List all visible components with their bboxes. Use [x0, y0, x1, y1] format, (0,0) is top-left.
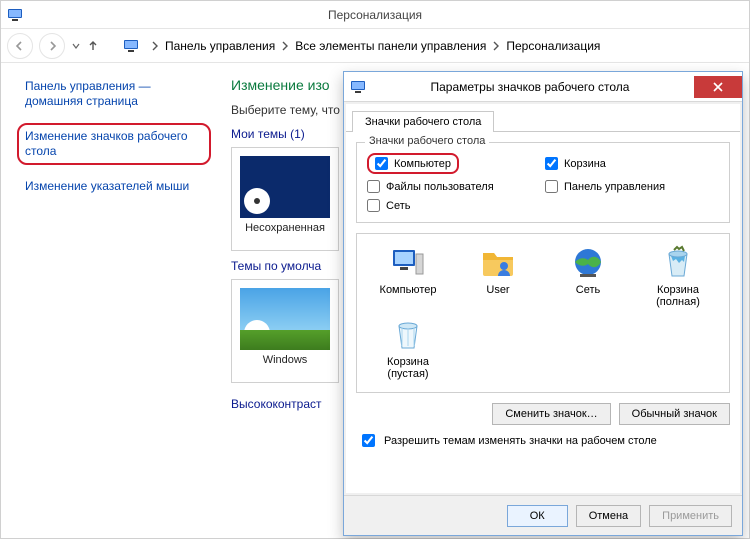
breadcrumb-item[interactable]: Панель управления	[165, 39, 275, 53]
chevron-right-icon	[151, 41, 159, 51]
sidebar: Панель управления — домашняя страница Из…	[1, 63, 229, 538]
breadcrumb-item[interactable]: Все элементы панели управления	[295, 39, 486, 53]
window-titlebar: Персонализация	[1, 1, 749, 29]
arrow-left-icon	[14, 40, 26, 52]
checkbox-label: Разрешить темам изменять значки на рабоч…	[384, 435, 657, 447]
checkbox-input[interactable]	[367, 199, 380, 212]
dialog-footer: ОК Отмена Применить	[344, 495, 742, 535]
window-title: Персонализация	[328, 8, 422, 22]
icon-item-network[interactable]: Сеть	[543, 244, 633, 310]
icon-label: User	[486, 284, 509, 296]
theme-name: Windows	[240, 354, 330, 366]
icon-item-computer[interactable]: Компьютер	[363, 244, 453, 310]
checkbox-input[interactable]	[367, 180, 380, 193]
themes-panel: Windows	[231, 279, 339, 383]
dialog-icon	[350, 79, 366, 95]
checkbox-computer[interactable]: Компьютер	[367, 153, 459, 174]
dropdown-history-icon[interactable]	[71, 41, 81, 51]
change-icon-button[interactable]: Сменить значок…	[492, 403, 610, 425]
chevron-right-icon	[281, 41, 289, 51]
default-icon-button[interactable]: Обычный значок	[619, 403, 730, 425]
checkbox-recycle-bin[interactable]: Корзина	[545, 153, 719, 174]
checkbox-label: Панель управления	[564, 181, 665, 193]
chevron-right-icon	[492, 41, 500, 51]
cancel-button[interactable]: Отмена	[576, 505, 641, 527]
arrow-right-icon	[46, 40, 58, 52]
apply-button[interactable]: Применить	[649, 505, 732, 527]
checkbox-network[interactable]: Сеть	[367, 199, 541, 212]
color-fan-icon	[243, 183, 275, 215]
icon-item-user[interactable]: User	[453, 244, 543, 310]
checkbox-label: Компьютер	[394, 158, 451, 170]
group-legend: Значки рабочего стола	[365, 135, 489, 147]
allow-themes-checkbox[interactable]: Разрешить темам изменять значки на рабоч…	[346, 431, 740, 458]
theme-tile-unsaved[interactable]: Несохраненная	[240, 156, 330, 234]
checkbox-input[interactable]	[362, 434, 375, 447]
nav-back-button[interactable]	[7, 33, 33, 59]
themes-panel: Несохраненная	[231, 147, 339, 251]
theme-thumb	[240, 288, 330, 350]
recycle-full-icon	[660, 244, 696, 280]
icon-item-recycle-empty[interactable]: Корзина (пустая)	[363, 316, 453, 382]
checkbox-input[interactable]	[545, 180, 558, 193]
theme-name: Несохраненная	[240, 222, 330, 234]
checkbox-control-panel[interactable]: Панель управления	[545, 180, 719, 193]
checkbox-label: Корзина	[564, 158, 606, 170]
dialog-title: Параметры значков рабочего стола	[366, 80, 694, 94]
breadcrumb-item[interactable]: Персонализация	[506, 39, 600, 53]
sidebar-desktop-icons-link[interactable]: Изменение значков рабочего стола	[17, 123, 211, 165]
icon-preview-grid[interactable]: Компьютер User Сеть Корзина (полная) Кор…	[356, 233, 730, 393]
desktop-icon-settings-dialog: Параметры значков рабочего стола Значки …	[343, 71, 743, 536]
computer-icon	[390, 244, 426, 280]
network-globe-icon	[570, 244, 606, 280]
location-icon	[123, 38, 139, 54]
desktop-icons-group: Значки рабочего стола Компьютер Корзина …	[356, 142, 730, 223]
icon-item-recycle-full[interactable]: Корзина (полная)	[633, 244, 723, 310]
recycle-empty-icon	[390, 316, 426, 352]
user-folder-icon	[480, 244, 516, 280]
checkbox-label: Файлы пользователя	[386, 181, 494, 193]
checkbox-label: Сеть	[386, 200, 410, 212]
checkbox-input[interactable]	[375, 157, 388, 170]
tab-desktop-icons[interactable]: Значки рабочего стола	[352, 111, 494, 132]
sidebar-mouse-pointers-link[interactable]: Изменение указателей мыши	[25, 179, 211, 194]
checkbox-user-files[interactable]: Файлы пользователя	[367, 180, 541, 193]
dialog-titlebar: Параметры значков рабочего стола	[344, 72, 742, 102]
theme-thumb	[240, 156, 330, 218]
icon-label: Компьютер	[380, 284, 437, 296]
ok-button[interactable]: ОК	[507, 505, 568, 527]
icon-label: Корзина (пустая)	[387, 356, 429, 380]
personalization-icon	[7, 7, 23, 23]
checkbox-input[interactable]	[545, 157, 558, 170]
nav-up-button[interactable]	[87, 40, 99, 52]
theme-tile-windows[interactable]: Windows	[240, 288, 330, 366]
icon-label: Корзина (полная)	[656, 284, 700, 308]
nav-forward-button[interactable]	[39, 33, 65, 59]
tab-strip: Значки рабочего стола	[346, 104, 740, 132]
icon-label: Сеть	[576, 284, 600, 296]
close-icon	[712, 81, 724, 93]
color-fan-icon	[243, 315, 275, 347]
breadcrumb: Панель управления Все элементы панели уп…	[151, 39, 600, 53]
sidebar-home-link[interactable]: Панель управления — домашняя страница	[25, 79, 211, 109]
dialog-close-button[interactable]	[694, 76, 742, 98]
address-bar: Панель управления Все элементы панели уп…	[1, 29, 749, 63]
